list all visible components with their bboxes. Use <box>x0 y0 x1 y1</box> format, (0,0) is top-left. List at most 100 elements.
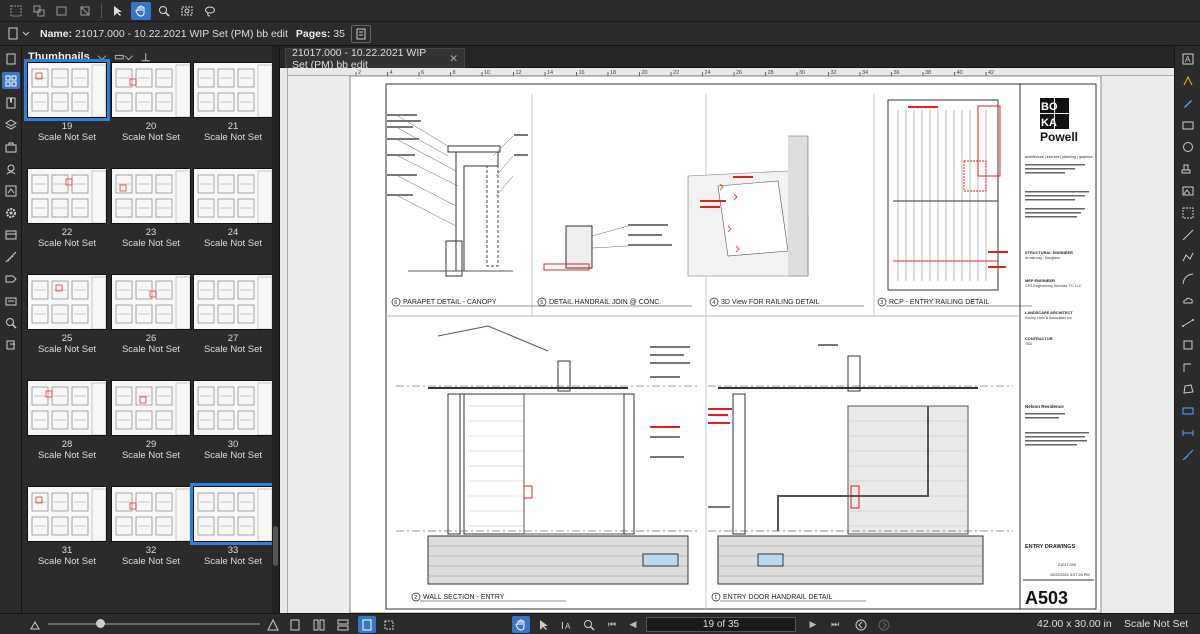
pan-hand-icon[interactable] <box>131 1 151 20</box>
close-icon[interactable]: ✕ <box>449 53 458 65</box>
count-icon[interactable] <box>1178 358 1198 375</box>
thumbnail-page[interactable]: 21 Scale Not Set <box>192 62 274 146</box>
consultant-role: MEP ENGINEER <box>1025 278 1055 283</box>
two-page-icon[interactable] <box>310 616 328 633</box>
file-access-icon[interactable] <box>2 50 20 67</box>
thumbnail-page[interactable]: 32 Scale Not Set <box>110 486 192 570</box>
polyline-icon[interactable] <box>1178 248 1198 265</box>
thumbnail-page[interactable]: 20 Scale Not Set <box>110 62 192 146</box>
svg-text:I: I <box>561 621 564 631</box>
snapshot-icon[interactable] <box>177 2 197 20</box>
thumbnail-page[interactable]: 27 Scale Not Set <box>192 274 274 358</box>
layers-icon[interactable] <box>2 116 20 133</box>
dimension-icon[interactable] <box>1178 314 1198 331</box>
thumbnails-scrollbar[interactable] <box>272 46 279 613</box>
signatures-icon[interactable] <box>2 292 20 309</box>
last-page-icon[interactable]: ⏭ <box>826 616 844 633</box>
thumbnail-page-number: 20 <box>145 121 157 132</box>
thumbnail-page-number: 26 <box>145 333 157 344</box>
previous-view-icon[interactable] <box>852 616 870 633</box>
settings-gear-icon[interactable] <box>2 204 20 221</box>
select-text-icon[interactable]: IA <box>557 616 575 633</box>
page-number-input[interactable]: 19 of 35 <box>646 617 796 632</box>
group-icon[interactable] <box>29 2 49 20</box>
group2-icon[interactable] <box>52 2 72 20</box>
thumbnail-preview <box>111 380 191 436</box>
group3-icon[interactable] <box>75 2 95 20</box>
thumbnail-page[interactable]: 24 Scale Not Set <box>192 168 274 252</box>
cloud-icon[interactable] <box>1178 292 1198 309</box>
zoom-tool-icon[interactable] <box>580 616 598 633</box>
select-page-icon[interactable] <box>6 2 26 20</box>
thumbnail-preview <box>111 168 191 224</box>
thumbnail-page[interactable]: 28 Scale Not Set <box>26 380 108 464</box>
thumbnail-preview <box>193 168 273 224</box>
area-measure-icon[interactable] <box>1178 336 1198 353</box>
detail-title: ENTRY DOOR HANDRAIL DETAIL <box>723 594 833 601</box>
thumbnails-icon[interactable] <box>1 72 20 89</box>
thumbnail-scale-label: Scale Not Set <box>203 556 263 567</box>
thumbnail-page[interactable]: 19 Scale Not Set <box>24 59 110 146</box>
highlight-text-icon[interactable] <box>1178 72 1198 89</box>
polygon-icon[interactable] <box>1178 380 1198 397</box>
thumbnail-page[interactable]: 26 Scale Not Set <box>110 274 192 358</box>
select-tool-icon[interactable] <box>535 616 553 633</box>
text-box-icon[interactable]: A <box>1178 50 1198 67</box>
tags-icon[interactable] <box>2 270 20 287</box>
studio-icon[interactable] <box>2 226 20 243</box>
scale-indicator[interactable]: Scale Not Set <box>1124 618 1188 630</box>
bookmarks-icon[interactable] <box>2 94 20 111</box>
image-icon[interactable] <box>1178 182 1198 199</box>
sync-view-icon[interactable] <box>358 616 376 633</box>
tool-chest-icon[interactable] <box>2 138 20 155</box>
measurements-icon[interactable] <box>2 248 20 265</box>
next-view-icon[interactable] <box>875 616 893 633</box>
consultant-role: LANDSCAPE ARCHITECT <box>1025 310 1073 315</box>
drawing-canvas[interactable]: 6 PARAPET DETAIL - CANOPY 5 DETAIL HANDRAIL… <box>288 76 1174 613</box>
stamp-icon[interactable] <box>1178 160 1198 177</box>
left-panel-rail <box>0 46 22 613</box>
measure-length-icon[interactable] <box>1178 424 1198 441</box>
document-menu-icon[interactable] <box>4 25 34 43</box>
properties-icon[interactable] <box>2 182 20 199</box>
arc-icon[interactable] <box>1178 270 1198 287</box>
lasso-icon[interactable] <box>200 2 220 20</box>
consultant-name: TBD <box>1025 342 1033 346</box>
line-icon[interactable] <box>1178 226 1198 243</box>
thumbnail-size-slider[interactable] <box>48 619 260 628</box>
thumbnail-page[interactable]: 25 Scale Not Set <box>26 274 108 358</box>
continuous-icon[interactable] <box>334 616 352 633</box>
tab-document[interactable]: 21017.000 - 10.22.2021 WIP Set (PM) bb e… <box>285 47 465 71</box>
ellipse-icon[interactable] <box>1178 138 1198 155</box>
previous-page-icon[interactable]: ◀ <box>624 616 642 633</box>
fit-page-icon[interactable] <box>380 616 398 633</box>
calibrate-icon[interactable] <box>1178 402 1198 419</box>
pan-tool-icon[interactable] <box>512 616 530 633</box>
pen-icon[interactable] <box>1178 94 1198 111</box>
detail-number: 6 <box>394 300 397 306</box>
thumbnail-page[interactable]: 22 Scale Not Set <box>26 168 108 252</box>
zoom-icon[interactable] <box>154 2 174 20</box>
thumbnail-scale-label: Scale Not Set <box>121 344 181 355</box>
snapshot-tool-icon[interactable] <box>1178 204 1198 221</box>
markups-icon[interactable] <box>2 160 20 177</box>
rectangle-icon[interactable] <box>1178 116 1198 133</box>
next-page-icon[interactable]: ▶ <box>804 616 822 633</box>
right-tool-rail: A <box>1174 46 1200 613</box>
document-properties-icon[interactable] <box>350 24 371 43</box>
links-icon[interactable] <box>2 336 20 353</box>
logo-powell: Powell <box>1040 130 1078 144</box>
thumbnail-page[interactable]: 29 Scale Not Set <box>110 380 192 464</box>
thumbnail-page[interactable]: 30 Scale Not Set <box>192 380 274 464</box>
first-page-icon[interactable]: ⏮ <box>603 616 621 633</box>
thumbnail-small-icon[interactable] <box>26 616 44 633</box>
slider-knob[interactable] <box>96 619 105 628</box>
thumbnail-page[interactable]: 31 Scale Not Set <box>26 486 108 570</box>
thumbnail-page[interactable]: 23 Scale Not Set <box>110 168 192 252</box>
single-page-icon[interactable] <box>286 616 304 633</box>
select-arrow-icon[interactable] <box>108 2 128 20</box>
measure-angle-icon[interactable] <box>1178 446 1198 463</box>
thumbnail-page[interactable]: 33 Scale Not Set <box>190 483 276 570</box>
thumbnail-large-icon[interactable] <box>264 616 282 633</box>
search-icon[interactable] <box>2 314 20 331</box>
